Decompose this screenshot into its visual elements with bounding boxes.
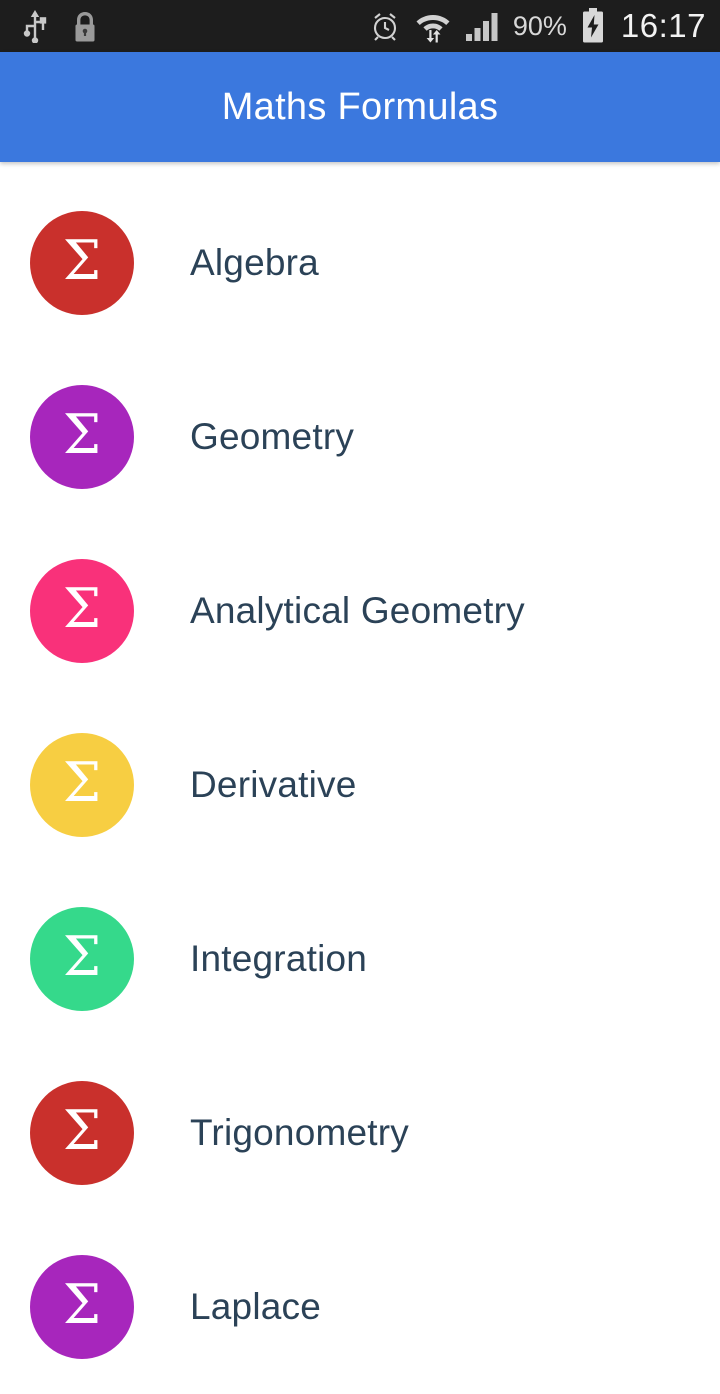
list-item-label: Algebra <box>190 242 319 283</box>
sigma-icon: Σ <box>62 751 102 814</box>
list-item[interactable]: Σ Derivative <box>0 698 720 872</box>
category-avatar: Σ <box>30 385 134 489</box>
list-item-label: Laplace <box>190 1286 322 1327</box>
sigma-icon: Σ <box>62 925 102 988</box>
status-bar-right-icons: 90% 16:17 <box>369 7 706 45</box>
list-item[interactable]: Σ Geometry <box>0 350 720 524</box>
list-item-label: Trigonometry <box>190 1112 409 1153</box>
battery-percent-label: 90% <box>512 10 567 41</box>
category-avatar: Σ <box>30 1081 134 1185</box>
list-item[interactable]: Σ Analytical Geometry <box>0 524 720 698</box>
list-item[interactable]: Σ Integration <box>0 872 720 1046</box>
usb-icon <box>22 9 48 44</box>
category-avatar: Σ <box>30 559 134 663</box>
category-avatar: Σ <box>30 1255 134 1359</box>
lock-icon <box>72 10 98 43</box>
category-avatar: Σ <box>30 907 134 1011</box>
list-item-label: Integration <box>190 938 368 979</box>
category-avatar: Σ <box>30 211 134 315</box>
sigma-icon: Σ <box>62 577 102 640</box>
clock-label: 16:17 <box>620 7 706 44</box>
page-title: Maths Formulas <box>221 85 499 128</box>
status-bar: 90% 16:17 <box>0 0 720 52</box>
category-avatar: Σ <box>30 733 134 837</box>
list-item-label: Geometry <box>190 416 355 457</box>
sigma-icon: Σ <box>62 1273 102 1336</box>
sigma-icon: Σ <box>62 403 102 466</box>
alarm-icon <box>369 10 401 42</box>
list-item[interactable]: Σ Algebra <box>0 176 720 350</box>
status-bar-left-icons <box>22 9 98 44</box>
list-item[interactable]: Σ Trigonometry <box>0 1046 720 1220</box>
sigma-icon: Σ <box>62 229 102 292</box>
list-item[interactable]: Σ Laplace <box>0 1220 720 1394</box>
list-item-label: Derivative <box>190 764 357 805</box>
formula-category-list[interactable]: Σ Algebra Σ Geometry Σ Analytical Geometry Σ De… <box>0 162 720 1394</box>
app-bar: Maths Formulas <box>0 52 720 162</box>
wifi-transfer-icon <box>415 10 451 43</box>
sigma-icon: Σ <box>62 1099 102 1162</box>
signal-bars-icon <box>465 10 499 42</box>
battery-charging-icon <box>581 8 605 44</box>
list-item-label: Analytical Geometry <box>190 590 525 631</box>
